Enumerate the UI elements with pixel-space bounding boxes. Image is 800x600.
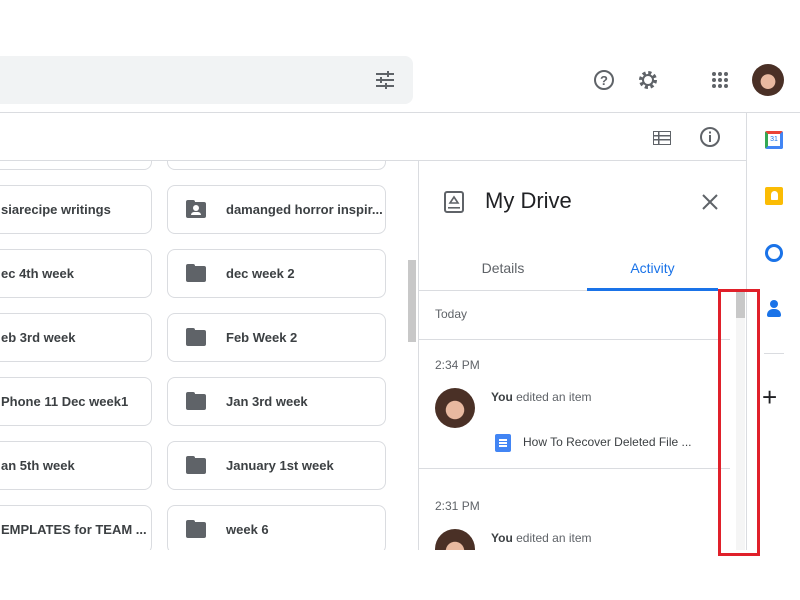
add-app-plus-icon[interactable]: + bbox=[762, 384, 777, 410]
folder-card[interactable]: week 6 bbox=[167, 505, 386, 550]
tune-icon[interactable] bbox=[373, 68, 397, 92]
folder-icon bbox=[186, 327, 206, 346]
folder-card[interactable]: eb 3rd week bbox=[0, 313, 152, 362]
close-icon[interactable] bbox=[698, 190, 722, 214]
header-divider bbox=[0, 112, 800, 113]
folder-name: damanged horror inspir... bbox=[226, 202, 383, 217]
folder-grid: siarecipe writings damanged horror inspir… bbox=[0, 161, 418, 550]
folder-name: ec 4th week bbox=[1, 266, 74, 281]
activity-time: 2:34 PM bbox=[435, 358, 480, 372]
folder-icon bbox=[186, 519, 206, 538]
tasks-app-icon[interactable] bbox=[765, 244, 783, 262]
highlight-box bbox=[718, 289, 760, 556]
folder-card[interactable]: an 5th week bbox=[0, 441, 152, 490]
folder-card[interactable]: ec 4th week bbox=[0, 249, 152, 298]
folder-card[interactable]: Feb Week 2 bbox=[167, 313, 386, 362]
panel-title: My Drive bbox=[485, 188, 572, 213]
calendar-app-icon[interactable]: 31 bbox=[765, 131, 783, 149]
side-divider bbox=[764, 353, 784, 354]
activity-file-link[interactable]: How To Recover Deleted File ... bbox=[523, 435, 692, 449]
grid-scrollbar-thumb[interactable] bbox=[408, 260, 416, 342]
avatar bbox=[435, 529, 475, 550]
actor: You bbox=[491, 390, 513, 404]
folder-icon bbox=[186, 391, 206, 410]
keep-app-icon[interactable] bbox=[765, 187, 783, 205]
folder-card[interactable]: Jan 3rd week bbox=[167, 377, 386, 426]
active-tab-indicator bbox=[587, 288, 718, 291]
panel-divider bbox=[418, 161, 419, 550]
folder-name: January 1st week bbox=[226, 458, 334, 473]
contacts-app-icon[interactable] bbox=[766, 300, 782, 318]
folder-name: EMPLATES for TEAM ... bbox=[1, 522, 147, 537]
search-bar[interactable] bbox=[0, 56, 413, 104]
avatar bbox=[435, 388, 475, 428]
tab-details[interactable]: Details bbox=[419, 248, 587, 288]
folder-card[interactable]: siarecipe writings bbox=[0, 185, 152, 234]
folder-name: Feb Week 2 bbox=[226, 330, 298, 345]
action: edited an item bbox=[512, 531, 592, 545]
list-view-icon[interactable] bbox=[650, 126, 674, 150]
section-divider bbox=[419, 339, 730, 340]
gear-icon[interactable] bbox=[636, 68, 660, 92]
folder-name: siarecipe writings bbox=[1, 202, 111, 217]
apps-grid-icon[interactable] bbox=[708, 68, 732, 92]
folder-name: Jan 3rd week bbox=[226, 394, 308, 409]
folder-name: an 5th week bbox=[1, 458, 75, 473]
folder-card[interactable] bbox=[167, 161, 386, 170]
folder-card[interactable]: January 1st week bbox=[167, 441, 386, 490]
folder-card[interactable]: EMPLATES for TEAM ... bbox=[0, 505, 152, 550]
folder-card[interactable]: dec week 2 bbox=[167, 249, 386, 298]
folder-name: dec week 2 bbox=[226, 266, 295, 281]
folder-card[interactable]: damanged horror inspir... bbox=[167, 185, 386, 234]
folder-icon bbox=[186, 455, 206, 474]
folder-card[interactable]: Phone 11 Dec week1 bbox=[0, 377, 152, 426]
tab-activity[interactable]: Activity bbox=[587, 248, 718, 288]
drive-folder-icon bbox=[441, 189, 467, 215]
activity-text: You edited an item bbox=[491, 531, 592, 545]
activity-time: 2:31 PM bbox=[435, 499, 480, 513]
account-avatar[interactable] bbox=[752, 64, 784, 96]
help-circle-icon[interactable]: ? bbox=[592, 68, 616, 92]
svg-text:?: ? bbox=[600, 73, 608, 88]
avatar-clip bbox=[435, 529, 475, 550]
info-icon[interactable] bbox=[698, 125, 722, 149]
activity-text: You edited an item bbox=[491, 390, 592, 404]
google-doc-icon bbox=[495, 434, 511, 452]
activity-divider bbox=[419, 468, 730, 469]
shared-folder-icon bbox=[186, 199, 206, 218]
folder-icon bbox=[186, 263, 206, 282]
actor: You bbox=[491, 531, 513, 545]
folder-name: Phone 11 Dec week1 bbox=[1, 394, 129, 409]
section-today: Today bbox=[435, 307, 468, 321]
folder-name: week 6 bbox=[226, 522, 269, 537]
folder-card[interactable] bbox=[0, 161, 152, 170]
action: edited an item bbox=[512, 390, 592, 404]
folder-name: eb 3rd week bbox=[1, 330, 76, 345]
